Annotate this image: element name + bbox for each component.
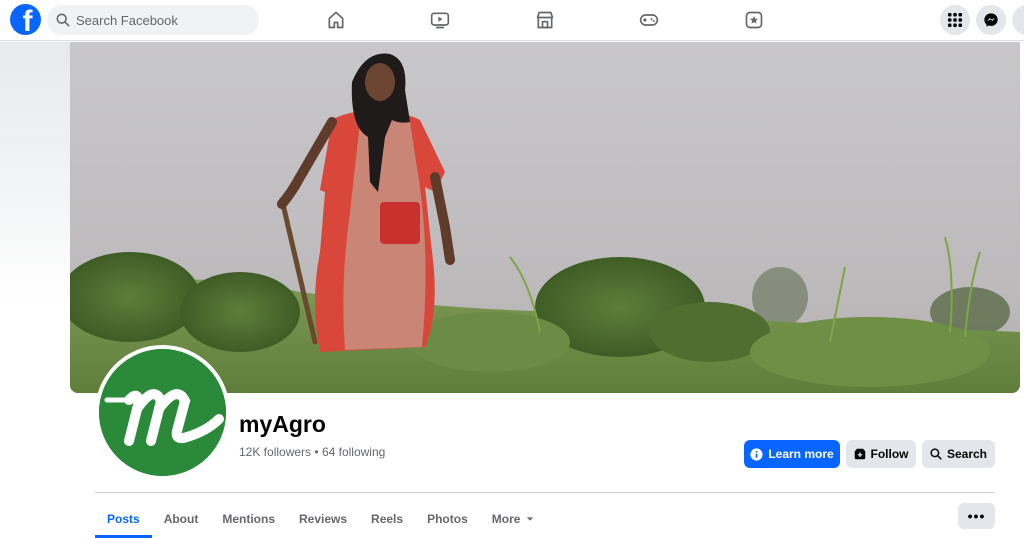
tab-label: Posts bbox=[107, 512, 140, 526]
search-icon bbox=[930, 448, 942, 460]
cover-photo[interactable] bbox=[70, 42, 1020, 393]
follow-icon bbox=[854, 448, 865, 460]
messenger-icon[interactable] bbox=[976, 5, 1006, 35]
page-stats: 12K followers • 64 following bbox=[239, 445, 385, 459]
info-icon bbox=[750, 447, 763, 461]
more-options-button[interactable]: ••• bbox=[958, 503, 995, 529]
tab-more[interactable]: More bbox=[480, 500, 547, 538]
background-gradient bbox=[0, 42, 70, 302]
watch-icon[interactable] bbox=[428, 8, 452, 32]
tab-reels[interactable]: Reels bbox=[359, 500, 415, 538]
gaming-icon[interactable] bbox=[637, 8, 661, 32]
tab-reviews[interactable]: Reviews bbox=[287, 500, 359, 538]
notifications-icon[interactable] bbox=[1012, 5, 1024, 35]
tab-label: Reviews bbox=[299, 512, 348, 526]
tab-photos[interactable]: Photos bbox=[415, 500, 480, 538]
follow-button[interactable]: Follow bbox=[846, 440, 916, 468]
divider bbox=[95, 492, 995, 493]
search-input[interactable] bbox=[76, 12, 246, 28]
search-label: Search bbox=[946, 447, 988, 461]
menu-grid-icon[interactable] bbox=[940, 5, 970, 35]
tab-about[interactable]: About bbox=[152, 500, 211, 538]
top-navigation-bar: f bbox=[0, 0, 1024, 41]
profile-picture[interactable] bbox=[95, 345, 230, 480]
follow-label: Follow bbox=[870, 447, 909, 461]
following-link[interactable]: 64 following bbox=[322, 445, 385, 459]
tab-posts[interactable]: Posts bbox=[95, 500, 152, 538]
page-tabs: Posts About Mentions Reviews Reels Photo… bbox=[95, 500, 546, 538]
tab-label: More bbox=[491, 512, 521, 526]
marketplace-icon[interactable] bbox=[533, 8, 557, 32]
tab-label: Mentions bbox=[222, 512, 276, 526]
tab-label: Photos bbox=[427, 512, 468, 526]
tab-label: About bbox=[163, 512, 199, 526]
stats-separator: • bbox=[314, 445, 319, 459]
learn-more-label: Learn more bbox=[768, 447, 834, 461]
myagro-logo bbox=[99, 349, 226, 476]
search-facebook-box[interactable] bbox=[47, 5, 259, 35]
caret-down-icon bbox=[527, 517, 534, 521]
facebook-logo[interactable]: f bbox=[10, 4, 41, 35]
followers-link[interactable]: 12K followers bbox=[239, 445, 311, 459]
page-search-button[interactable]: Search bbox=[922, 440, 995, 468]
pages-icon[interactable] bbox=[742, 8, 766, 32]
page-title: myAgro bbox=[239, 411, 326, 437]
search-icon bbox=[56, 13, 70, 27]
learn-more-button[interactable]: Learn more bbox=[744, 440, 840, 468]
home-icon[interactable] bbox=[324, 8, 348, 32]
tab-label: Reels bbox=[371, 512, 404, 526]
tab-mentions[interactable]: Mentions bbox=[210, 500, 287, 538]
